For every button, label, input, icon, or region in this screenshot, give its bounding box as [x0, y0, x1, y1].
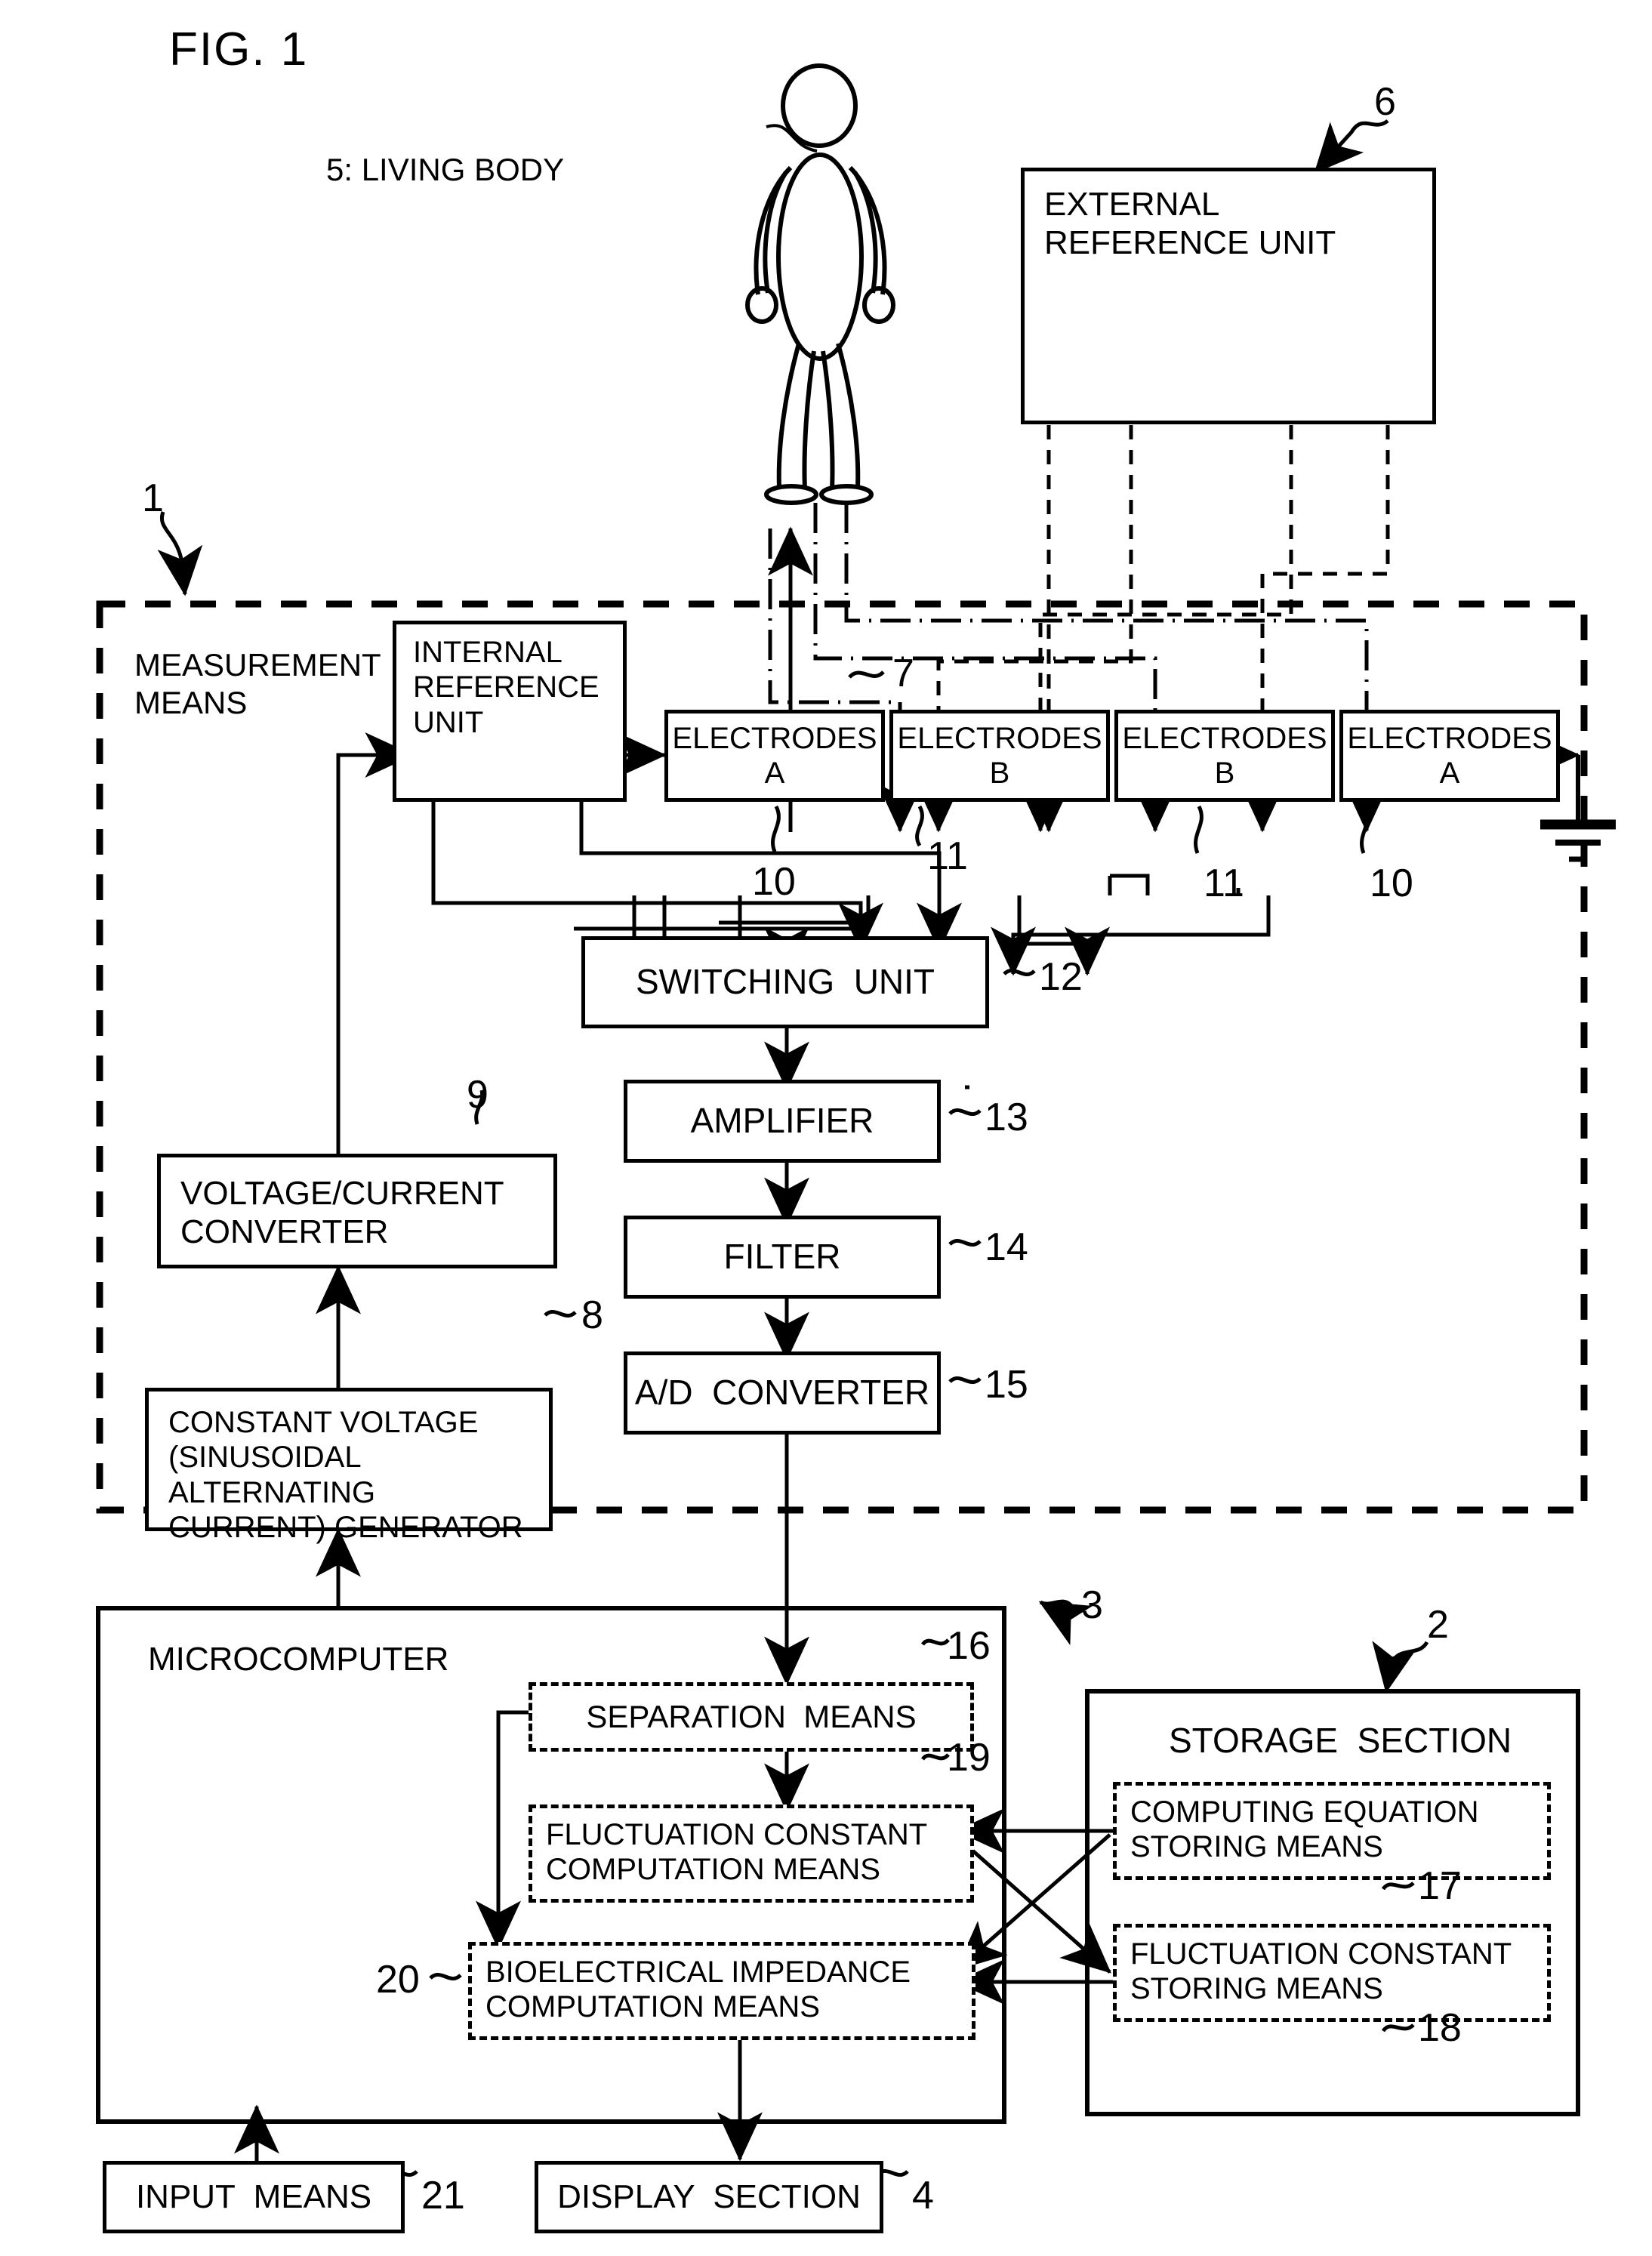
filter-block[interactable]: FILTER: [624, 1216, 941, 1299]
ref-10-right: 10: [1370, 861, 1413, 905]
electrodes-a-left-block[interactable]: ELECTRODES A: [664, 710, 885, 802]
computing-equation-storing-means-block[interactable]: COMPUTING EQUATION STORING MEANS: [1113, 1782, 1551, 1880]
ad-converter-block[interactable]: A/D CONVERTER: [624, 1351, 941, 1435]
constant-voltage-generator-block[interactable]: CONSTANT VOLTAGE (SINUSOIDAL ALTERNATING…: [145, 1388, 553, 1544]
ref-6: 6: [1374, 80, 1396, 124]
ref-14: 14: [985, 1225, 1028, 1269]
internal-reference-unit-block[interactable]: INTERNAL REFERENCE UNIT: [393, 621, 627, 802]
ref-15: 15: [985, 1363, 1028, 1407]
fluctuation-constant-storing-means-label: FLUCTUATION CONSTANT STORING MEANS: [1130, 1937, 1512, 2006]
switching-unit-label: SWITCHING UNIT: [635, 962, 935, 1002]
storage-section-label: STORAGE SECTION: [1169, 1721, 1512, 1760]
amplifier-label: AMPLIFIER: [690, 1101, 874, 1141]
ref-11-right: 11: [1204, 861, 1244, 905]
ref-4: 4: [912, 2174, 934, 2217]
ref-18: 18: [1418, 2006, 1462, 2050]
ref-13: 13: [985, 1096, 1028, 1139]
fluctuation-constant-computation-means-block[interactable]: FLUCTUATION CONSTANT COMPUTATION MEANS: [529, 1804, 974, 1903]
external-reference-unit-block[interactable]: EXTERNAL REFERENCE UNIT: [1021, 168, 1436, 424]
bioelectrical-impedance-computation-means-label: BIOELECTRICAL IMPEDANCE COMPUTATION MEAN…: [485, 1956, 911, 2024]
electrodes-b-right-label: ELECTRODES B: [1122, 721, 1327, 790]
ref-21: 21: [421, 2174, 465, 2217]
ref-12: 12: [1039, 955, 1083, 999]
measurement-means-label: MEASUREMENT MEANS: [134, 647, 381, 721]
amplifier-block[interactable]: AMPLIFIER: [624, 1080, 941, 1163]
bioelectrical-impedance-computation-means-block[interactable]: BIOELECTRICAL IMPEDANCE COMPUTATION MEAN…: [468, 1942, 975, 2040]
figure-canvas: FIG. 1 5: LIVING BODY MEASUREMENT MEANS …: [0, 0, 1652, 2256]
separation-means-label: SEPARATION MEANS: [586, 1698, 917, 1734]
internal-reference-unit-label: INTERNAL REFERENCE UNIT: [413, 636, 599, 739]
external-reference-unit-label: EXTERNAL REFERENCE UNIT: [1044, 186, 1336, 262]
ad-converter-label: A/D CONVERTER: [634, 1373, 930, 1413]
ref-16: 16: [947, 1624, 991, 1668]
switching-unit-block[interactable]: SWITCHING UNIT: [581, 936, 989, 1028]
ref-9: 9: [467, 1073, 489, 1117]
display-section-label: DISPLAY SECTION: [557, 2178, 861, 2216]
ref-3: 3: [1081, 1583, 1103, 1627]
voltage-current-converter-block[interactable]: VOLTAGE/CURRENT CONVERTER: [157, 1154, 557, 1268]
ref-17: 17: [1418, 1864, 1462, 1908]
ref-2: 2: [1427, 1603, 1449, 1647]
fluctuation-constant-computation-means-label: FLUCTUATION CONSTANT COMPUTATION MEANS: [546, 1818, 928, 1887]
constant-voltage-generator-label: CONSTANT VOLTAGE (SINUSOIDAL ALTERNATING…: [168, 1406, 523, 1545]
computing-equation-storing-means-label: COMPUTING EQUATION STORING MEANS: [1130, 1795, 1479, 1864]
electrodes-a-right-label: ELECTRODES A: [1347, 721, 1552, 790]
filter-label: FILTER: [723, 1237, 841, 1277]
ref-10-left: 10: [752, 860, 796, 904]
ref-7: 7: [892, 652, 914, 695]
input-means-block[interactable]: INPUT MEANS: [103, 2161, 405, 2233]
living-body-label: 5: LIVING BODY: [326, 152, 565, 187]
electrodes-a-left-label: ELECTRODES A: [672, 721, 877, 790]
separation-means-block[interactable]: SEPARATION MEANS: [529, 1682, 974, 1752]
display-section-block[interactable]: DISPLAY SECTION: [535, 2161, 883, 2233]
input-means-label: INPUT MEANS: [135, 2178, 372, 2216]
ref-20: 20: [376, 1958, 420, 2002]
fluctuation-constant-storing-means-block[interactable]: FLUCTUATION CONSTANT STORING MEANS: [1113, 1924, 1551, 2022]
electrodes-a-right-block[interactable]: ELECTRODES A: [1339, 710, 1560, 802]
ref-11-left: 11: [927, 834, 968, 878]
electrodes-b-left-block[interactable]: ELECTRODES B: [889, 710, 1110, 802]
ref-19: 19: [947, 1736, 991, 1780]
ref-1: 1: [142, 476, 164, 520]
microcomputer-label: MICROCOMPUTER: [148, 1641, 449, 1678]
voltage-current-converter-label: VOLTAGE/CURRENT CONVERTER: [180, 1175, 504, 1251]
electrodes-b-left-label: ELECTRODES B: [897, 721, 1102, 790]
electrodes-b-right-block[interactable]: ELECTRODES B: [1114, 710, 1335, 802]
ref-8: 8: [581, 1293, 603, 1337]
